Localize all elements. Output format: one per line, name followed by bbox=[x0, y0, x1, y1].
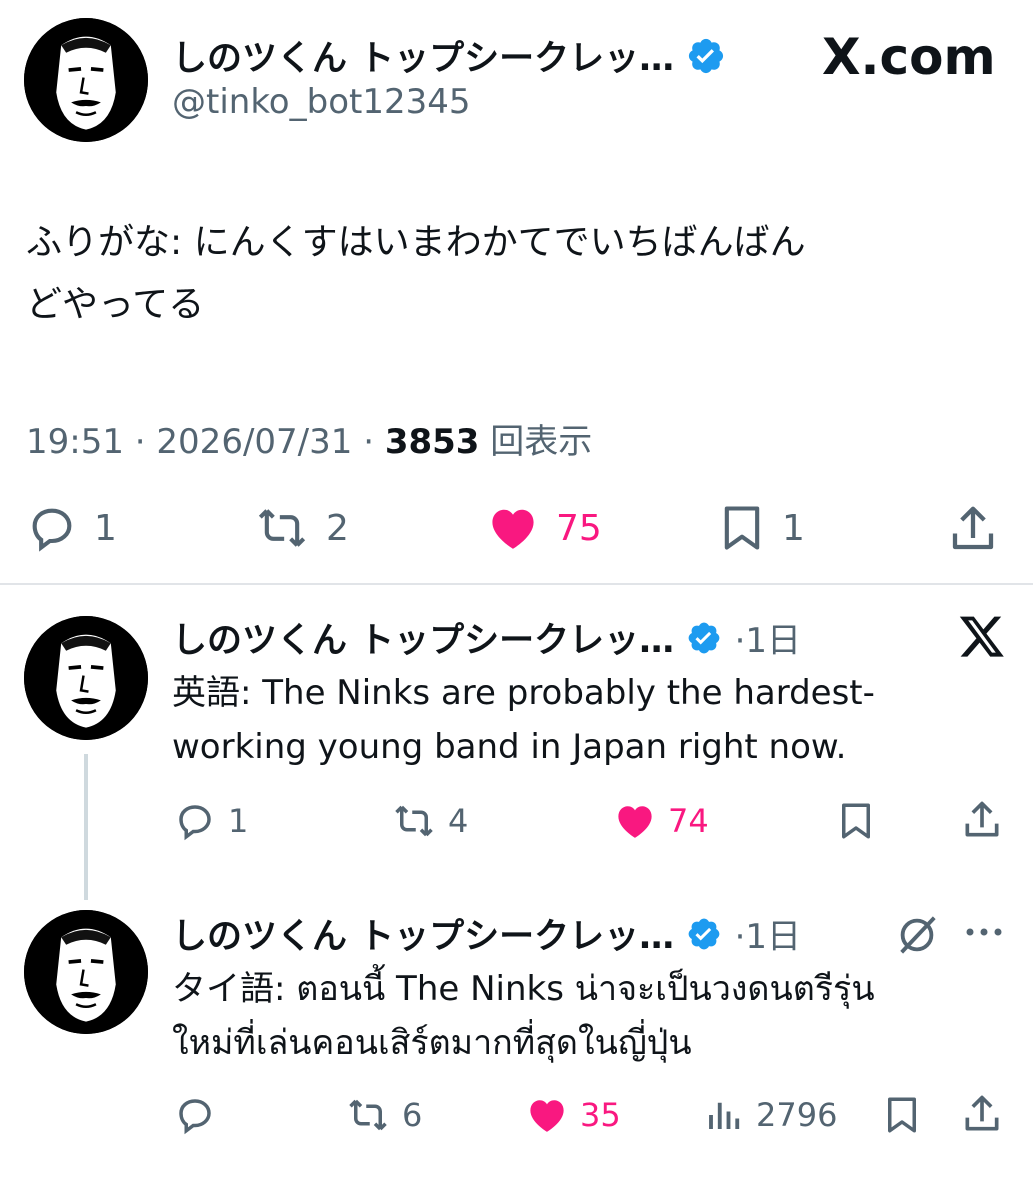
retweet-button[interactable]: 6 bbox=[344, 1094, 422, 1136]
avatar-face-image bbox=[24, 910, 148, 1034]
heart-icon bbox=[492, 509, 534, 549]
tweet-time[interactable]: 19:51 bbox=[26, 422, 124, 462]
views-button[interactable]: 2796 bbox=[704, 1094, 837, 1136]
share-button[interactable] bbox=[960, 1092, 1004, 1136]
time-ago[interactable]: ·1日 bbox=[735, 917, 801, 957]
share-icon bbox=[965, 801, 999, 837]
like-button[interactable]: 35 bbox=[524, 1094, 621, 1136]
heart-icon bbox=[530, 1100, 564, 1132]
avatar-face-image bbox=[24, 18, 148, 142]
source-logo-text: X.com bbox=[822, 28, 996, 86]
bookmark-count: 1 bbox=[782, 507, 805, 549]
like-count: 75 bbox=[556, 507, 602, 549]
reply-text-line-1: タイ語: ตอนนี้ The Ninks น่าจะเป็นวงดนตรีรุ… bbox=[172, 969, 875, 1009]
bookmark-button[interactable] bbox=[880, 1094, 924, 1136]
retweet-count: 2 bbox=[326, 507, 349, 549]
avatar[interactable] bbox=[24, 910, 148, 1034]
verified-badge-icon bbox=[686, 620, 722, 665]
reply-text-line-2: working young band in Japan right now. bbox=[172, 727, 847, 767]
bookmark-icon bbox=[842, 803, 870, 839]
reply-text-line-2: ใหม่ที่เล่นคอนเสิร์ตมากที่สุดในญี่ปุ่น bbox=[172, 1023, 692, 1063]
retweet-count: 4 bbox=[448, 802, 469, 840]
x-logo-icon bbox=[958, 612, 1006, 664]
thread-connector-line bbox=[84, 754, 88, 900]
views-count: 2796 bbox=[756, 1096, 838, 1134]
divider bbox=[0, 583, 1033, 585]
display-name[interactable]: しのツくん トップシークレッ… bbox=[172, 39, 674, 79]
bookmark-button[interactable] bbox=[834, 800, 878, 842]
bookmark-button[interactable]: 1 bbox=[716, 502, 805, 554]
retweet-icon bbox=[349, 1099, 387, 1131]
user-handle[interactable]: @tinko_bot12345 bbox=[172, 82, 470, 122]
time-ago[interactable]: ·1日 bbox=[735, 621, 801, 661]
like-button[interactable]: 75 bbox=[484, 502, 602, 554]
share-button[interactable] bbox=[960, 798, 1004, 842]
reply-icon bbox=[179, 1099, 211, 1135]
verified-badge-icon bbox=[686, 36, 726, 85]
retweet-count: 6 bbox=[402, 1096, 423, 1134]
avatar[interactable] bbox=[24, 616, 148, 740]
like-count: 74 bbox=[668, 802, 709, 840]
reply-button[interactable] bbox=[172, 1094, 218, 1136]
separator: · bbox=[134, 422, 146, 462]
view-count: 3853 bbox=[384, 422, 480, 462]
tweet-metadata: 19:51 · 2026/07/31 · 3853 回表示 bbox=[26, 414, 592, 463]
display-name[interactable]: しのツくん トップシークレッ… bbox=[172, 917, 674, 957]
reply-text-line-1: 英語: The Ninks are probably the hardest- bbox=[172, 673, 875, 713]
like-count: 35 bbox=[580, 1096, 621, 1134]
tweet-text-line-2: どやってる bbox=[26, 284, 205, 325]
retweet-button[interactable]: 4 bbox=[390, 800, 468, 842]
tweet-date[interactable]: 2026/07/31 bbox=[156, 422, 352, 462]
grok-icon[interactable] bbox=[894, 912, 940, 962]
like-button[interactable]: 74 bbox=[612, 800, 709, 842]
bookmark-icon bbox=[724, 506, 760, 550]
views-chart-icon bbox=[709, 1102, 740, 1129]
heart-icon bbox=[618, 806, 652, 838]
share-button[interactable] bbox=[946, 502, 1000, 556]
retweet-button[interactable]: 2 bbox=[252, 502, 349, 554]
retweet-icon bbox=[395, 805, 433, 837]
reply-icon bbox=[179, 805, 211, 841]
separator: · bbox=[363, 422, 375, 462]
retweet-icon bbox=[258, 509, 306, 547]
more-icon[interactable] bbox=[962, 920, 1006, 948]
view-count-label: 回表示 bbox=[490, 422, 593, 462]
reply-icon bbox=[32, 508, 72, 552]
display-name[interactable]: しのツくん トップシークレッ… bbox=[172, 621, 674, 661]
bookmark-icon bbox=[888, 1097, 916, 1133]
tweet-text-line-1: ふりがな: にんくすはいまわかてでいちばんばん bbox=[26, 222, 806, 263]
verified-badge-icon bbox=[686, 916, 722, 961]
reply-count: 1 bbox=[228, 802, 249, 840]
avatar[interactable] bbox=[24, 18, 148, 142]
avatar-face-image bbox=[24, 616, 148, 740]
reply-button[interactable]: 1 bbox=[24, 502, 117, 554]
share-icon bbox=[965, 1095, 999, 1131]
share-icon bbox=[952, 506, 994, 550]
x-com-logo: X.com bbox=[822, 28, 996, 86]
reply-button[interactable]: 1 bbox=[172, 800, 248, 842]
reply-count: 1 bbox=[94, 507, 117, 549]
